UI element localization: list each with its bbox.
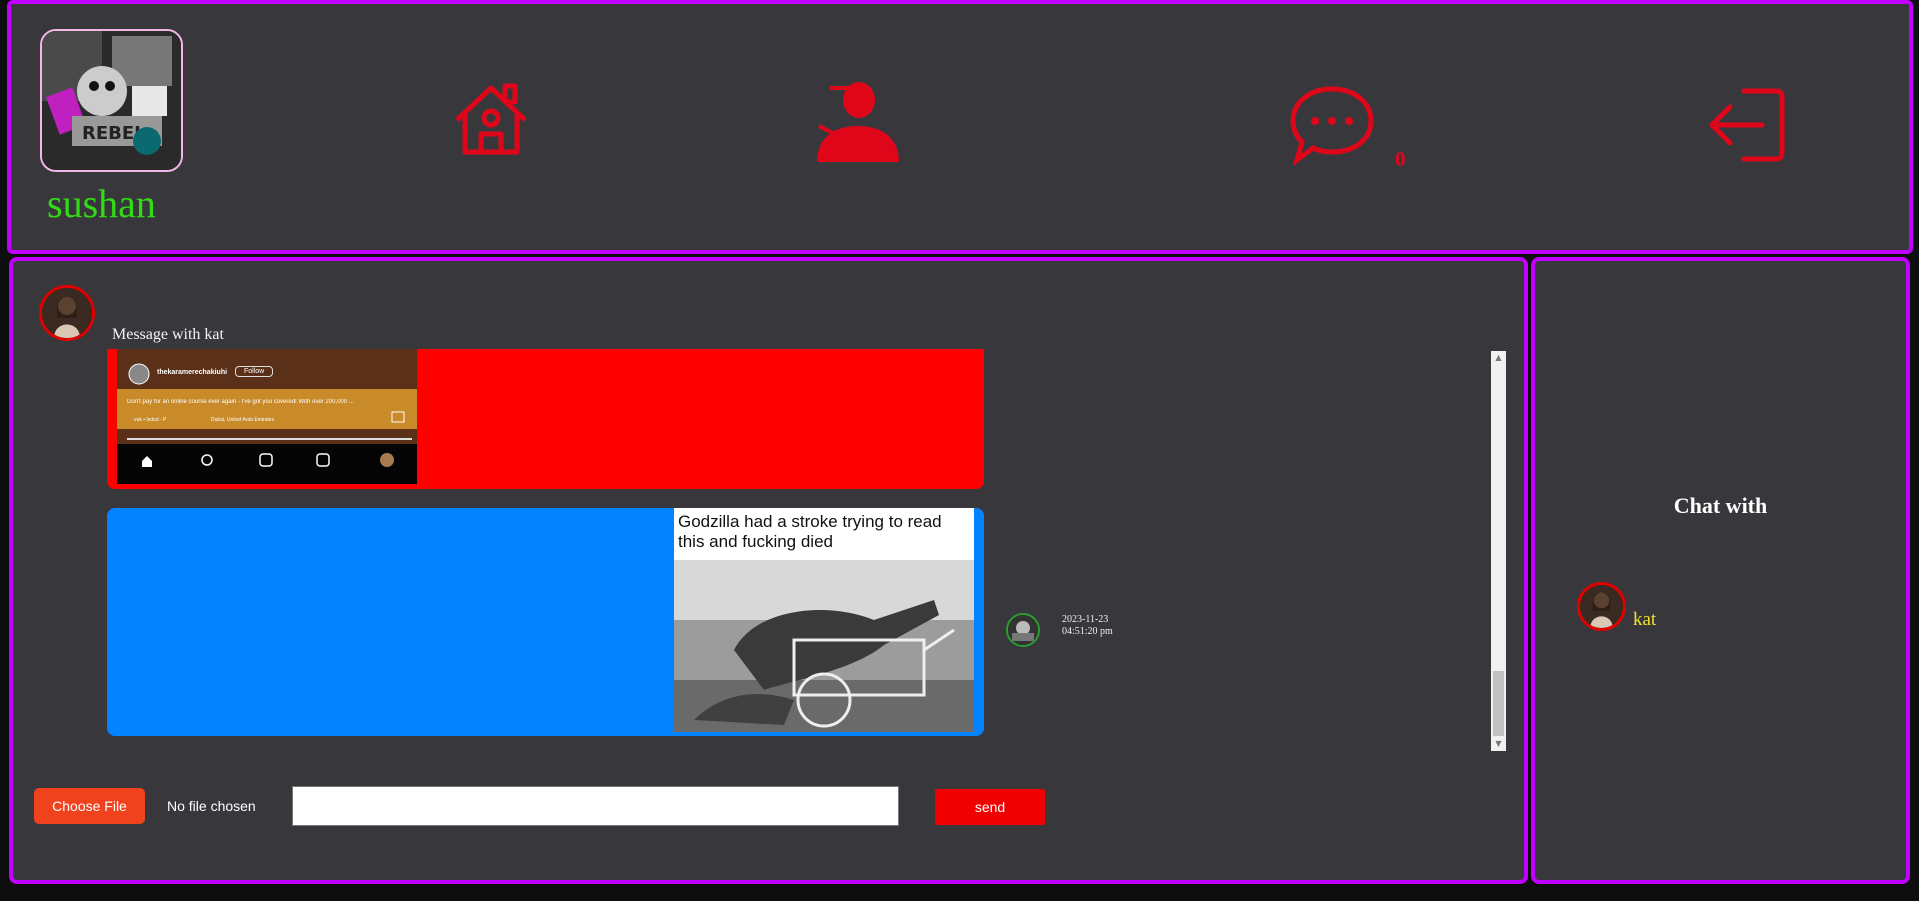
meme-caption: Godzilla had a stroke trying to read thi…	[678, 512, 942, 551]
message-image[interactable]: Godzilla had a stroke trying to read thi…	[674, 508, 974, 732]
contacts-sidebar: Chat with kat	[1531, 257, 1910, 884]
user-icon[interactable]	[815, 82, 901, 162]
preview-audio: · vuk • Isdod · P	[131, 417, 167, 423]
chat-bubble-icon[interactable]	[1289, 84, 1375, 166]
message-input[interactable]	[292, 786, 899, 826]
message-list[interactable]: thekaramerechakiuhi Follow Don't pay for…	[13, 349, 1508, 749]
preview-location: Dubai, United Arab Emirates	[211, 417, 275, 423]
message-image[interactable]: thekaramerechakiuhi Follow Don't pay for…	[117, 349, 417, 484]
home-icon[interactable]	[453, 80, 529, 156]
logout-icon[interactable]	[1708, 87, 1788, 163]
preview-caption: Don't pay for an online course ever agai…	[127, 399, 354, 405]
scroll-down-arrow-icon[interactable]: ▼	[1491, 737, 1506, 751]
send-button[interactable]: send	[935, 789, 1045, 825]
username: sushan	[47, 181, 156, 226]
sidebar-title: Chat with	[1673, 493, 1768, 518]
file-status-text: No file chosen	[167, 798, 256, 814]
preview-follow-button: Follow	[235, 366, 274, 377]
profile-avatar[interactable]: REBEL	[40, 29, 183, 172]
message-timestamp: 2023-11-23 04:51:20 pm	[1062, 614, 1113, 638]
top-navbar: REBEL sushan 0	[7, 0, 1913, 254]
chat-partner-avatar	[39, 285, 95, 341]
chat-title: Message with kat	[112, 326, 224, 343]
meme-photo	[674, 560, 974, 732]
message-count-badge: 0	[1395, 147, 1406, 171]
message-scrollbar[interactable]: ▲ ▼	[1491, 351, 1506, 751]
chat-panel: Message with kat thekaramerechakiuhi Fol…	[9, 257, 1528, 884]
message-bubble-sent: Godzilla had a stroke trying to read thi…	[107, 508, 984, 736]
contact-name[interactable]: kat	[1633, 609, 1656, 631]
message-date: 2023-11-23	[1062, 614, 1109, 625]
sender-avatar	[1006, 613, 1040, 647]
choose-file-button[interactable]: Choose File	[34, 788, 145, 824]
message-bubble-received: thekaramerechakiuhi Follow Don't pay for…	[107, 349, 984, 489]
scroll-up-arrow-icon[interactable]: ▲	[1491, 351, 1506, 365]
preview-account: thekaramerechakiuhi	[157, 369, 228, 376]
scrollbar-thumb[interactable]	[1493, 671, 1504, 736]
contact-avatar[interactable]	[1577, 582, 1626, 631]
message-time: 04:51:20 pm	[1062, 626, 1113, 637]
